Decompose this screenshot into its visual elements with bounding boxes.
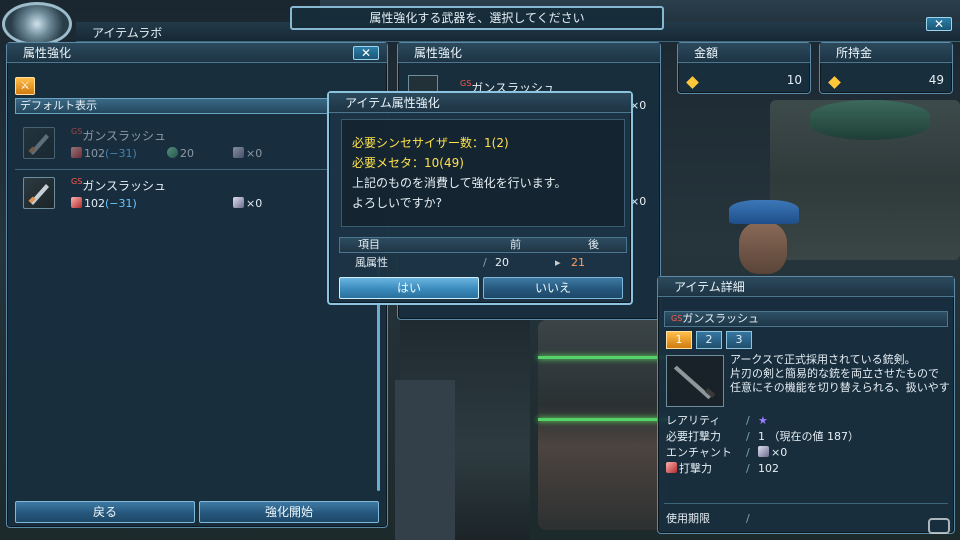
back-button[interactable]: 戻る [15, 501, 195, 523]
attack-modifier: (−31) [105, 147, 137, 160]
required-attack-row: 必要打撃力/1 （現在の値 187） [666, 430, 859, 443]
item-detail-panel: アイテム詳細 GSガンスラッシュ 1 2 3 アークスで正式採用されている銃剣。… [657, 276, 955, 534]
background-machine-green [538, 320, 668, 530]
cube-icon [233, 197, 244, 208]
row-label: 風属性 [355, 256, 388, 269]
cost-value: 10 [786, 73, 802, 87]
header-after: 後 [588, 238, 599, 251]
gs-badge: GS [671, 314, 683, 323]
lab-emblem-icon [2, 2, 72, 46]
attack-icon [666, 462, 677, 473]
gunslash-icon [23, 177, 55, 209]
confirm-question: よろしいですか? [352, 196, 443, 210]
dialog-message: 必要シンセサイザー数：1(2) 必要メセタ：10(49) 上記のものを消費して強… [341, 119, 625, 227]
wallet-value: 49 [928, 73, 944, 87]
weapon-name: ガンスラッシュ [82, 179, 167, 193]
instruction-banner: 属性強化する武器を、選択してください [290, 6, 664, 30]
attack-value: 102 [84, 197, 105, 210]
gs-badge: GS [71, 177, 83, 186]
detail-weapon-name: ガンスラッシュ [682, 312, 760, 325]
meseta-icon [828, 76, 841, 89]
enchant-row: エンチャント / ×0 [666, 446, 788, 459]
description-line: 任意にその機能を切り替えられる、扱いやす [730, 381, 950, 394]
required-synthesizer: 必要シンセサイザー数：1(2) [352, 136, 509, 150]
sword-filter-icon[interactable]: ⚔ [15, 77, 35, 95]
tab-1[interactable]: 1 [666, 331, 692, 349]
close-icon[interactable]: ✕ [353, 46, 379, 60]
app-title: アイテムラボ [92, 26, 163, 40]
consume-notice: 上記のものを消費して強化を行います。 [352, 176, 567, 190]
close-icon[interactable]: ✕ [926, 17, 952, 31]
gunslash-icon [23, 127, 55, 159]
wallet-panel: 所持金 49 [819, 42, 953, 94]
attack-modifier: (−31) [105, 197, 137, 210]
weapon-preview-icon [666, 355, 724, 407]
grinder-icon [167, 147, 178, 158]
comparison-row: 風属性 / 20 ▸ 21 [339, 254, 627, 272]
gs-badge: GS [71, 127, 83, 136]
arrow-icon: ▸ [555, 256, 561, 269]
divider [15, 169, 377, 170]
weapon-name: ガンスラッシュ [82, 129, 167, 143]
dialog-title: アイテム属性強化 [329, 93, 631, 113]
attack-icon [71, 147, 82, 158]
description-line: 片刃の剣と簡易的な銃を両立させたもので [730, 367, 939, 380]
watermark-icon [928, 518, 950, 534]
header-item: 項目 [358, 238, 380, 251]
required-meseta: 必要メセタ：10(49) [352, 156, 464, 170]
detail-item-name: GSガンスラッシュ [664, 311, 948, 327]
after-value: 21 [571, 256, 585, 269]
tab-3[interactable]: 3 [726, 331, 752, 349]
yes-button[interactable]: はい [339, 277, 479, 299]
tab-2[interactable]: 2 [696, 331, 722, 349]
expiry-row: 使用期限 / [666, 512, 750, 525]
attack-icon [71, 197, 82, 208]
grind-count: 20 [180, 147, 194, 160]
divider [664, 503, 948, 504]
attack-row: 打撃力/102 [666, 461, 942, 477]
cost-panel: 金額 10 [677, 42, 811, 94]
description-line: アークスで正式採用されている銃剣。 [730, 353, 916, 366]
cube-count: ×0 [246, 197, 263, 210]
start-enhance-button[interactable]: 強化開始 [199, 501, 379, 523]
item-description: アークスで正式採用されている銃剣。 片刃の剣と簡易的な銃を両立させたもので 任意… [730, 353, 952, 395]
confirm-dialog: アイテム属性強化 必要シンセサイザー数：1(2) 必要メセタ：10(49) 上記… [327, 91, 633, 305]
sort-dropdown[interactable]: デフォルト表示 [15, 98, 377, 114]
background-pillar [395, 380, 455, 540]
no-button[interactable]: いいえ [483, 277, 623, 299]
star-icon: ★ [758, 414, 768, 427]
before-value: 20 [495, 256, 509, 269]
middle-panel-title: 属性強化 [398, 43, 660, 63]
wallet-label: 所持金 [820, 43, 952, 63]
meseta-icon [686, 76, 699, 89]
detail-title: アイテム詳細 [658, 277, 954, 297]
attack-value: 102 [84, 147, 105, 160]
cube-icon [758, 446, 769, 457]
rarity-row: レアリティ / ★ [666, 414, 768, 427]
cube-count: ×0 [246, 147, 263, 160]
comparison-header: 項目 前 後 [339, 237, 627, 253]
npc-character [725, 200, 805, 280]
gs-badge: GS [460, 79, 472, 88]
header-before: 前 [510, 238, 521, 251]
cube-icon [233, 147, 244, 158]
cost-label: 金額 [678, 43, 810, 63]
left-panel-title: 属性強化 [7, 43, 387, 63]
